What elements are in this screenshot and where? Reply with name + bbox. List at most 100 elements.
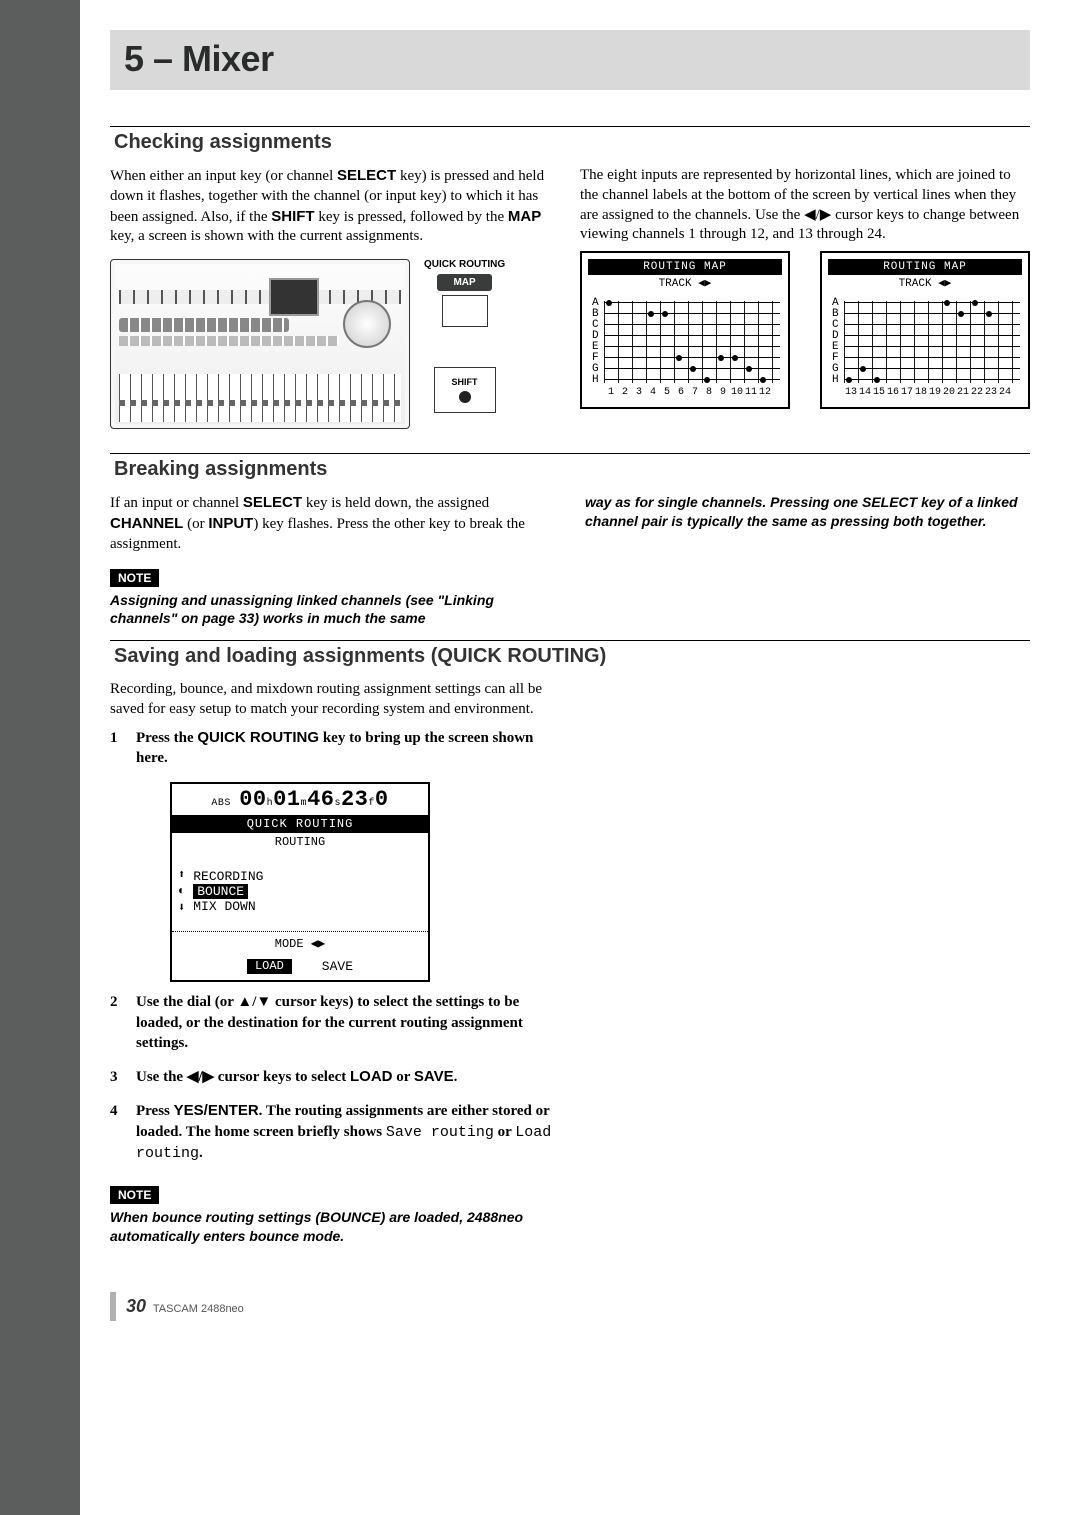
key-save: SAVE bbox=[414, 1068, 454, 1085]
routing-map-lcd-2: ROUTING MAP TRACK ◀▶ A B C D E F G H 131… bbox=[820, 251, 1030, 409]
routing-grid-1: A B C D E F G H 123456789101112 bbox=[592, 297, 780, 397]
note-label: NOTE bbox=[110, 569, 159, 587]
node bbox=[662, 311, 668, 317]
text: key, a screen is shown with the current … bbox=[110, 228, 423, 244]
chapter-title: 5 – Mixer bbox=[124, 38, 1016, 80]
saving-steps: 1 Press the QUICK ROUTING key to bring u… bbox=[110, 728, 555, 769]
node bbox=[690, 366, 696, 372]
device-faders bbox=[119, 374, 401, 422]
lcd-bar: QUICK ROUTING bbox=[172, 815, 428, 833]
text: (or bbox=[183, 516, 208, 532]
key-map: MAP bbox=[508, 208, 541, 225]
node bbox=[704, 377, 710, 383]
routing-grid-2: A B C D E F G H 131415161718192021222324 bbox=[832, 297, 1020, 397]
node bbox=[972, 300, 978, 306]
key-load: LOAD bbox=[350, 1068, 393, 1085]
tick: 12 bbox=[758, 387, 772, 398]
row-label: H bbox=[592, 374, 604, 386]
checking-right-paragraph: The eight inputs are represented by hori… bbox=[580, 166, 1030, 245]
node bbox=[846, 377, 852, 383]
step-body: Use the dial (or ▲/▼ cursor keys) to sel… bbox=[136, 992, 555, 1053]
option-recording: RECORDING bbox=[193, 869, 263, 884]
tick: 17 bbox=[900, 387, 914, 398]
tc-sec: 46 bbox=[307, 787, 334, 812]
text: key is pressed, followed by the bbox=[315, 209, 508, 225]
key-quick-routing: QUICK ROUTING bbox=[197, 729, 319, 746]
x-axis-2: 131415161718192021222324 bbox=[844, 387, 1020, 398]
node bbox=[676, 355, 682, 361]
tick: 14 bbox=[858, 387, 872, 398]
msg-save: Save routing bbox=[386, 1124, 494, 1141]
device-button-row bbox=[119, 336, 339, 346]
section-saving-heading: Saving and loading assignments (QUICK RO… bbox=[110, 640, 1030, 676]
saving-note: When bounce routing settings (BOUNCE) ar… bbox=[110, 1208, 555, 1246]
callout-quick-routing: QUICK ROUTING MAP bbox=[424, 259, 505, 327]
node bbox=[746, 366, 752, 372]
note-label: NOTE bbox=[110, 1186, 159, 1204]
node bbox=[944, 300, 950, 306]
rotate-icon: ◐ bbox=[178, 884, 185, 898]
lcd-title: ROUTING MAP bbox=[828, 259, 1022, 275]
step-number: 4 bbox=[110, 1101, 136, 1164]
tick: 20 bbox=[942, 387, 956, 398]
lcd-sub: TRACK ◀▶ bbox=[828, 275, 1022, 291]
device-jog-wheel bbox=[343, 300, 391, 348]
tc-min: 01 bbox=[273, 787, 300, 812]
saving-columns: Recording, bounce, and mixdown routing a… bbox=[110, 680, 1030, 1252]
shift-key-icon: SHIFT bbox=[434, 367, 496, 413]
step-4: 4 Press YES/ENTER. The routing assignmen… bbox=[110, 1101, 555, 1164]
tc-hours: 00 bbox=[239, 787, 266, 812]
text: When either an input key (or channel bbox=[110, 168, 337, 184]
product-name: TASCAM 2488neo bbox=[153, 1303, 244, 1315]
text: or bbox=[393, 1069, 414, 1085]
node bbox=[760, 377, 766, 383]
node bbox=[986, 311, 992, 317]
text: or bbox=[494, 1124, 515, 1140]
key-input: INPUT bbox=[208, 515, 253, 532]
lcd-option-list: RECORDING BOUNCE MIX DOWN bbox=[193, 869, 263, 914]
tick: 5 bbox=[660, 387, 674, 398]
tick: 2 bbox=[618, 387, 632, 398]
manual-page: 5 – Mixer Checking assignments When eith… bbox=[80, 0, 1080, 1515]
lcd-body: ⬆◐⬇ RECORDING BOUNCE MIX DOWN bbox=[172, 851, 428, 932]
device-callouts: QUICK ROUTING MAP SHIFT bbox=[424, 259, 505, 413]
tc-sub: 0 bbox=[375, 787, 389, 812]
tc-frame: 23 bbox=[341, 787, 368, 812]
lcd-timecode: ABS 00h01m46s23f0 bbox=[172, 784, 428, 815]
tick: 19 bbox=[928, 387, 942, 398]
tick: 7 bbox=[688, 387, 702, 398]
node bbox=[606, 300, 612, 306]
text: key is held down, the assigned bbox=[302, 495, 489, 511]
step-body: Press the QUICK ROUTING key to bring up … bbox=[136, 728, 555, 769]
lcd-sub: TRACK ◀▶ bbox=[588, 275, 782, 291]
quick-routing-lcd: ABS 00h01m46s23f0 QUICK ROUTING ROUTING … bbox=[170, 782, 430, 982]
option-bounce-selected: BOUNCE bbox=[193, 884, 248, 899]
step-2: 2 Use the dial (or ▲/▼ cursor keys) to s… bbox=[110, 992, 555, 1053]
routing-map-figures: ROUTING MAP TRACK ◀▶ A B C D E F G H 123… bbox=[580, 251, 1030, 409]
node bbox=[958, 311, 964, 317]
key-yes-enter: YES/ENTER bbox=[174, 1102, 259, 1119]
node bbox=[732, 355, 738, 361]
abs-label: ABS bbox=[211, 798, 231, 809]
tick: 9 bbox=[716, 387, 730, 398]
tick: 21 bbox=[956, 387, 970, 398]
section-breaking-heading: Breaking assignments bbox=[110, 453, 1030, 489]
shift-label: SHIFT bbox=[452, 377, 478, 387]
checking-right-col: The eight inputs are represented by hori… bbox=[580, 166, 1030, 447]
text: Use the ◀/▶ cursor keys to select bbox=[136, 1069, 350, 1085]
tick: 4 bbox=[646, 387, 660, 398]
breaking-columns: If an input or channel SELECT key is hel… bbox=[110, 493, 1030, 634]
device-button-row bbox=[119, 318, 289, 332]
tick: 23 bbox=[984, 387, 998, 398]
device-lcd bbox=[269, 278, 319, 316]
tick: 13 bbox=[844, 387, 858, 398]
node bbox=[860, 366, 866, 372]
down-arrow-icon: ⬇ bbox=[178, 900, 185, 915]
lcd-sub: ROUTING bbox=[172, 833, 428, 851]
tick: 15 bbox=[872, 387, 886, 398]
breaking-left-col: If an input or channel SELECT key is hel… bbox=[110, 493, 555, 634]
text: If an input or channel bbox=[110, 495, 243, 511]
save-option: SAVE bbox=[322, 959, 353, 974]
key-select: SELECT bbox=[337, 167, 396, 184]
option-mixdown: MIX DOWN bbox=[193, 899, 263, 914]
